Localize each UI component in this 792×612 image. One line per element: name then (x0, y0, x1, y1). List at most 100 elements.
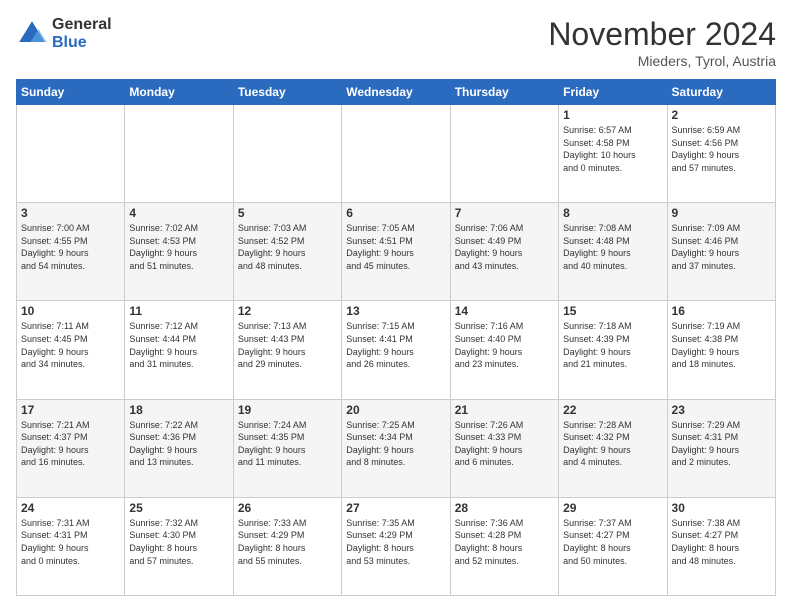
day-info: Sunrise: 7:00 AM Sunset: 4:55 PM Dayligh… (21, 222, 120, 272)
day-number: 14 (455, 304, 554, 318)
col-saturday: Saturday (667, 80, 775, 105)
location-subtitle: Mieders, Tyrol, Austria (548, 53, 776, 69)
day-info: Sunrise: 7:08 AM Sunset: 4:48 PM Dayligh… (563, 222, 662, 272)
day-number: 25 (129, 501, 228, 515)
day-cell: 22 Sunrise: 7:28 AM Sunset: 4:32 PM Dayli… (559, 399, 667, 497)
day-number: 1 (563, 108, 662, 122)
day-number: 23 (672, 403, 771, 417)
day-cell: 13Sunrise: 7:15 AM Sunset: 4:41 PM Dayli… (342, 301, 450, 399)
day-number: 10 (21, 304, 120, 318)
day-cell: 27 Sunrise: 7:35 AM Sunset: 4:29 PM Dayli… (342, 497, 450, 595)
day-cell: 18 Sunrise: 7:22 AM Sunset: 4:36 PM Dayli… (125, 399, 233, 497)
header-row: Sunday Monday Tuesday Wednesday Thursday… (17, 80, 776, 105)
day-number: 4 (129, 206, 228, 220)
day-cell: 4 Sunrise: 7:02 AM Sunset: 4:53 PM Daylig… (125, 203, 233, 301)
day-number: 22 (563, 403, 662, 417)
day-info: Sunrise: 7:05 AM Sunset: 4:51 PM Dayligh… (346, 222, 445, 272)
col-sunday: Sunday (17, 80, 125, 105)
logo: General Blue (16, 16, 112, 51)
calendar-header: Sunday Monday Tuesday Wednesday Thursday… (17, 80, 776, 105)
day-info: Sunrise: 7:13 AM Sunset: 4:43 PM Dayligh… (238, 320, 337, 370)
day-info: Sunrise: 7:19 AM Sunset: 4:38 PM Dayligh… (672, 320, 771, 370)
col-thursday: Thursday (450, 80, 558, 105)
day-info: Sunrise: 6:59 AM Sunset: 4:56 PM Dayligh… (672, 124, 771, 174)
day-number: 24 (21, 501, 120, 515)
day-info: Sunrise: 6:57 AM Sunset: 4:58 PM Dayligh… (563, 124, 662, 174)
day-info: Sunrise: 7:22 AM Sunset: 4:36 PM Dayligh… (129, 419, 228, 469)
day-number: 15 (563, 304, 662, 318)
day-number: 5 (238, 206, 337, 220)
title-block: November 2024 Mieders, Tyrol, Austria (548, 16, 776, 69)
day-info: Sunrise: 7:25 AM Sunset: 4:34 PM Dayligh… (346, 419, 445, 469)
day-info: Sunrise: 7:02 AM Sunset: 4:53 PM Dayligh… (129, 222, 228, 272)
day-number: 8 (563, 206, 662, 220)
week-row-5: 24 Sunrise: 7:31 AM Sunset: 4:31 PM Dayli… (17, 497, 776, 595)
day-info: Sunrise: 7:03 AM Sunset: 4:52 PM Dayligh… (238, 222, 337, 272)
day-info: Sunrise: 7:38 AM Sunset: 4:27 PM Dayligh… (672, 517, 771, 567)
page: General Blue November 2024 Mieders, Tyro… (0, 0, 792, 612)
day-cell: 11 Sunrise: 7:12 AM Sunset: 4:44 PM Dayli… (125, 301, 233, 399)
day-cell: 25 Sunrise: 7:32 AM Sunset: 4:30 PM Dayli… (125, 497, 233, 595)
day-cell: 12Sunrise: 7:13 AM Sunset: 4:43 PM Dayli… (233, 301, 341, 399)
day-info: Sunrise: 7:06 AM Sunset: 4:49 PM Dayligh… (455, 222, 554, 272)
day-number: 18 (129, 403, 228, 417)
day-number: 17 (21, 403, 120, 417)
day-cell: 24 Sunrise: 7:31 AM Sunset: 4:31 PM Dayli… (17, 497, 125, 595)
day-info: Sunrise: 7:32 AM Sunset: 4:30 PM Dayligh… (129, 517, 228, 567)
col-monday: Monday (125, 80, 233, 105)
logo-general-text: General (52, 16, 112, 34)
day-info: Sunrise: 7:35 AM Sunset: 4:29 PM Dayligh… (346, 517, 445, 567)
day-cell: 30 Sunrise: 7:38 AM Sunset: 4:27 PM Dayli… (667, 497, 775, 595)
day-info: Sunrise: 7:28 AM Sunset: 4:32 PM Dayligh… (563, 419, 662, 469)
day-number: 20 (346, 403, 445, 417)
day-info: Sunrise: 7:12 AM Sunset: 4:44 PM Dayligh… (129, 320, 228, 370)
col-wednesday: Wednesday (342, 80, 450, 105)
day-cell: 10 Sunrise: 7:11 AM Sunset: 4:45 PM Dayli… (17, 301, 125, 399)
day-cell: 29 Sunrise: 7:37 AM Sunset: 4:27 PM Dayli… (559, 497, 667, 595)
day-number: 28 (455, 501, 554, 515)
day-number: 3 (21, 206, 120, 220)
day-number: 21 (455, 403, 554, 417)
day-number: 27 (346, 501, 445, 515)
day-number: 9 (672, 206, 771, 220)
day-cell: 15 Sunrise: 7:18 AM Sunset: 4:39 PM Dayli… (559, 301, 667, 399)
logo-blue-text: Blue (52, 34, 112, 52)
day-cell (342, 105, 450, 203)
day-cell: 17Sunrise: 7:21 AM Sunset: 4:37 PM Dayli… (17, 399, 125, 497)
day-cell: 19Sunrise: 7:24 AM Sunset: 4:35 PM Dayli… (233, 399, 341, 497)
day-number: 11 (129, 304, 228, 318)
day-info: Sunrise: 7:29 AM Sunset: 4:31 PM Dayligh… (672, 419, 771, 469)
day-cell: 2Sunrise: 6:59 AM Sunset: 4:56 PM Daylig… (667, 105, 775, 203)
day-cell: 3 Sunrise: 7:00 AM Sunset: 4:55 PM Daylig… (17, 203, 125, 301)
day-info: Sunrise: 7:31 AM Sunset: 4:31 PM Dayligh… (21, 517, 120, 567)
calendar-body: 1 Sunrise: 6:57 AM Sunset: 4:58 PM Daylig… (17, 105, 776, 596)
day-number: 29 (563, 501, 662, 515)
day-info: Sunrise: 7:37 AM Sunset: 4:27 PM Dayligh… (563, 517, 662, 567)
day-cell (17, 105, 125, 203)
day-info: Sunrise: 7:26 AM Sunset: 4:33 PM Dayligh… (455, 419, 554, 469)
col-tuesday: Tuesday (233, 80, 341, 105)
day-cell: 21 Sunrise: 7:26 AM Sunset: 4:33 PM Dayli… (450, 399, 558, 497)
week-row-3: 10 Sunrise: 7:11 AM Sunset: 4:45 PM Dayli… (17, 301, 776, 399)
header: General Blue November 2024 Mieders, Tyro… (16, 16, 776, 69)
month-title: November 2024 (548, 16, 776, 53)
day-number: 7 (455, 206, 554, 220)
day-cell (450, 105, 558, 203)
day-number: 13 (346, 304, 445, 318)
day-cell: 16Sunrise: 7:19 AM Sunset: 4:38 PM Dayli… (667, 301, 775, 399)
day-info: Sunrise: 7:16 AM Sunset: 4:40 PM Dayligh… (455, 320, 554, 370)
day-cell: 7 Sunrise: 7:06 AM Sunset: 4:49 PM Daylig… (450, 203, 558, 301)
day-number: 6 (346, 206, 445, 220)
day-info: Sunrise: 7:09 AM Sunset: 4:46 PM Dayligh… (672, 222, 771, 272)
day-cell (233, 105, 341, 203)
day-number: 26 (238, 501, 337, 515)
day-info: Sunrise: 7:24 AM Sunset: 4:35 PM Dayligh… (238, 419, 337, 469)
day-cell: 14 Sunrise: 7:16 AM Sunset: 4:40 PM Dayli… (450, 301, 558, 399)
day-info: Sunrise: 7:18 AM Sunset: 4:39 PM Dayligh… (563, 320, 662, 370)
day-info: Sunrise: 7:11 AM Sunset: 4:45 PM Dayligh… (21, 320, 120, 370)
day-cell: 23 Sunrise: 7:29 AM Sunset: 4:31 PM Dayli… (667, 399, 775, 497)
day-info: Sunrise: 7:33 AM Sunset: 4:29 PM Dayligh… (238, 517, 337, 567)
day-cell: 8 Sunrise: 7:08 AM Sunset: 4:48 PM Daylig… (559, 203, 667, 301)
day-number: 30 (672, 501, 771, 515)
week-row-2: 3 Sunrise: 7:00 AM Sunset: 4:55 PM Daylig… (17, 203, 776, 301)
